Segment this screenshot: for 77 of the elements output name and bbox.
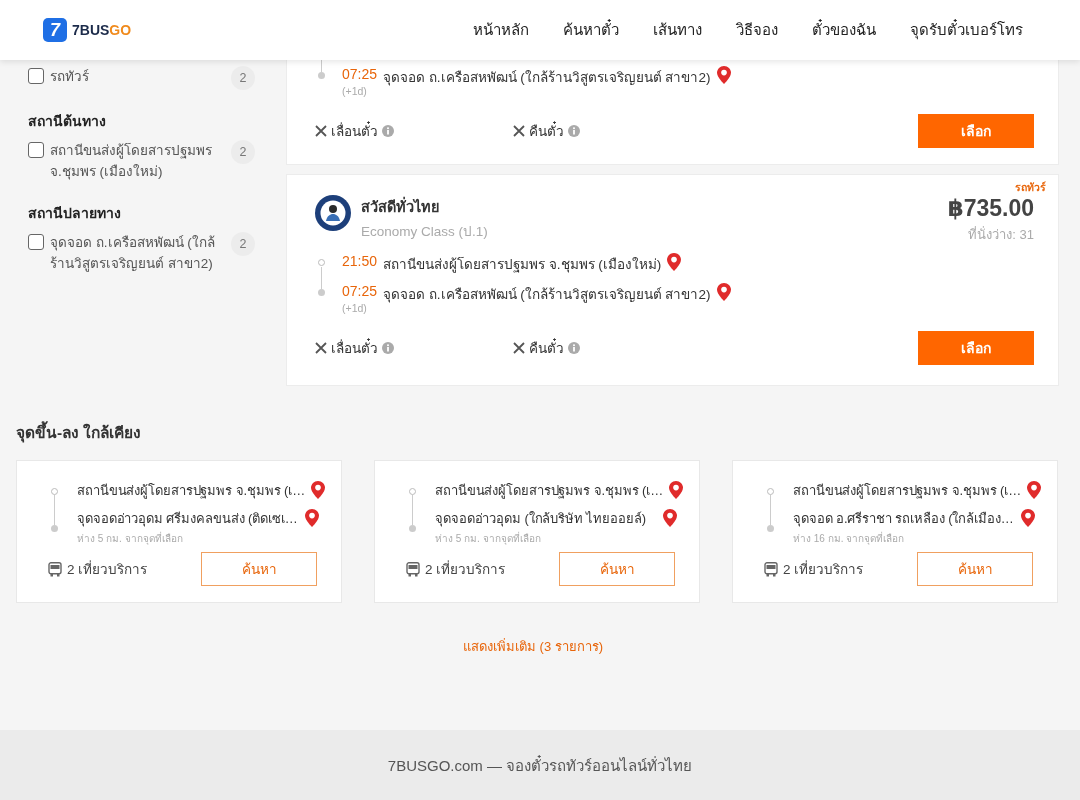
stop-name: จุดจอด ถ.เครือสหพัฒน์ (ใกล้ร้านวิสูตรเจริญยนต์ สาขา2) <box>383 286 711 305</box>
section-heading: จุดขึ้น-ลง ใกล้เคียง <box>16 420 1058 445</box>
seats-available: ที่นั่งว่าง: 31 <box>967 225 1034 244</box>
stop-time: 07:25 <box>342 283 379 299</box>
bus-icon <box>406 561 420 577</box>
trip-count: 2 เที่ยวบริการ <box>425 559 506 579</box>
day-offset: (+1d) <box>342 85 367 97</box>
filter-label[interactable]: รถทัวร์ <box>50 66 225 87</box>
stop-name: จุดจอดอ่าวอุดม ศรีมงคลขนส่ง (ติดเซเ… <box>77 509 299 529</box>
map-pin-icon[interactable] <box>716 283 731 301</box>
stop-dot <box>318 289 325 296</box>
policy-label: เลื่อนตั๋ว <box>331 120 378 142</box>
checkbox[interactable] <box>28 142 44 158</box>
stop-name: สถานีขนส่งผู้โดยสารปฐมพร จ.ชุมพร (เ… <box>77 481 306 501</box>
stop-dot <box>409 488 416 495</box>
bus-icon <box>764 561 778 577</box>
filter-label[interactable]: จุดจอด ถ.เครือสหพัฒน์ (ใกล้ร้านวิสูตรเจริญยนต์ สาขา2) <box>50 232 225 274</box>
stop-dot <box>767 525 774 532</box>
filter-count: 2 <box>231 66 255 90</box>
filter-heading: สถานีปลายทาง <box>28 204 122 223</box>
stop-name: จุดจอด ถ.เครือสหพัฒน์ (ใกล้ร้านวิสูตรเจริญยนต์ สาขา2) <box>383 69 711 88</box>
operator-logo <box>315 195 351 231</box>
timeline-connector <box>54 495 55 525</box>
seat-class: Economy Class (ป.1) <box>361 223 488 241</box>
filter-count: 2 <box>231 140 255 164</box>
stop-dot <box>51 488 58 495</box>
filter-label[interactable]: สถานีขนส่งผู้โดยสารปฐมพร จ.ชุมพร (เมืองใหม่) <box>50 140 225 182</box>
bus-type-tag: รถทัวร์ <box>1015 179 1046 196</box>
stop-name: สถานีขนส่งผู้โดยสารปฐมพร จ.ชุมพร (เมืองใหม่) <box>383 256 662 275</box>
nav-link[interactable]: วิธีจอง <box>719 18 795 42</box>
footer-text: 7BUSGO.com — จองตั๋วรถทัวร์ออนไลน์ทั่วไทย <box>387 754 693 776</box>
distance-note: ห่าง 5 กม. จากจุดที่เลือก <box>77 531 184 546</box>
timeline-connector <box>321 267 322 289</box>
map-pin-icon[interactable] <box>311 481 326 499</box>
timeline-connector <box>770 495 771 525</box>
logo-text[interactable]: 7BUSGO <box>72 22 132 38</box>
map-pin-icon[interactable] <box>667 253 682 271</box>
filter-heading: สถานีต้นทาง <box>28 112 107 131</box>
stop-name: สถานีขนส่งผู้โดยสารปฐมพร จ.ชุมพร (เ… <box>793 481 1022 501</box>
stop-name: สถานีขนส่งผู้โดยสารปฐมพร จ.ชุมพร (เ… <box>435 481 664 501</box>
timeline-connector <box>412 495 413 525</box>
checkbox[interactable] <box>28 68 44 84</box>
map-pin-icon[interactable] <box>663 509 677 527</box>
distance-note: ห่าง 5 กม. จากจุดที่เลือก <box>435 531 542 546</box>
stop-dot <box>318 72 325 79</box>
nav-link[interactable]: เส้นทาง <box>636 18 719 42</box>
map-pin-icon[interactable] <box>716 66 731 84</box>
stop-dot <box>51 525 58 532</box>
nav-link[interactable]: หน้าหลัก <box>456 18 546 42</box>
nav-link[interactable]: ค้นหาตั๋ว <box>546 18 636 42</box>
map-pin-icon[interactable] <box>669 481 684 499</box>
policy-label: คืนตั๋ว <box>529 337 564 359</box>
map-pin-icon[interactable] <box>305 509 319 527</box>
map-pin-icon[interactable] <box>1021 509 1035 527</box>
day-offset: (+1d) <box>342 302 367 314</box>
filter-count: 2 <box>231 232 255 256</box>
policy-label: เลื่อนตั๋ว <box>331 337 378 359</box>
trip-count: 2 เที่ยวบริการ <box>783 559 864 579</box>
distance-note: ห่าง 16 กม. จากจุดที่เลือก <box>793 531 906 546</box>
nav-link[interactable]: จุดรับตั๋วเบอร์โทร <box>893 18 1040 42</box>
nav-link[interactable]: ตั๋วของฉัน <box>795 18 893 42</box>
checkbox[interactable] <box>28 234 44 250</box>
stop-dot <box>318 259 325 266</box>
stop-name: จุดจอด อ.ศรีราชา รถเหลือง (ใกล้เมือง… <box>793 509 1015 529</box>
timeline-connector <box>321 60 322 72</box>
trip-count: 2 เที่ยวบริการ <box>67 559 148 579</box>
bus-icon <box>48 561 62 577</box>
map-pin-icon[interactable] <box>1027 481 1042 499</box>
policy-label: คืนตั๋ว <box>529 120 564 142</box>
stop-time: 21:50 <box>342 253 379 269</box>
stop-dot <box>409 525 416 532</box>
ticket-price: ฿735.00 <box>947 195 1034 222</box>
stop-time: 07:25 <box>342 66 379 82</box>
logo-icon[interactable]: 7 <box>43 18 67 42</box>
stop-name: จุดจอดอ่าวอุดม (ใกล้บริษัท ไทยออยล์) <box>435 509 647 529</box>
stop-dot <box>767 488 774 495</box>
operator-name: สวัสดีทั่วไทย <box>361 195 488 218</box>
